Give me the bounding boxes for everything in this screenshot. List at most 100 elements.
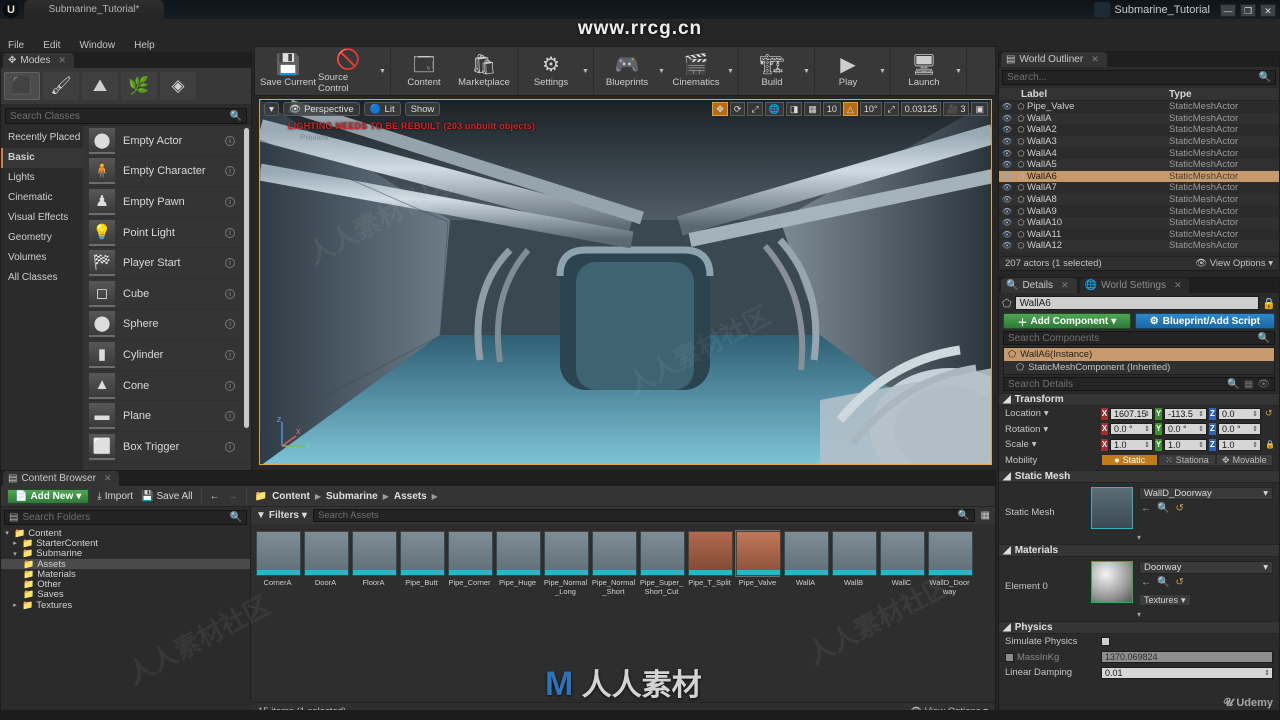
info-icon[interactable]: i [225,441,235,452]
build-button[interactable]: 🏗 Build [742,47,802,95]
chevron-down-icon[interactable]: ▾ [1032,439,1037,450]
chevron-down-icon[interactable]: ▾ [1044,408,1049,419]
scale-snap-value[interactable]: 0.03125 [900,102,942,116]
use-selected-asset-icon[interactable]: ← [1141,503,1151,514]
actor-name-input[interactable]: WallA6 [1014,296,1260,310]
table-row-selected[interactable]: 👁 ⬠ WallA6 StaticMeshActor [999,170,1279,183]
angle-snap-value[interactable]: 10° [859,102,882,116]
import-button[interactable]: ⤓ Import [97,491,133,502]
material-thumbnail[interactable] [1091,561,1133,603]
mobility-static-button[interactable]: ● Static [1101,454,1159,467]
tree-item-content[interactable]: ▾ 📁 Content [1,528,250,539]
spinner-icon[interactable]: ⇕ [1252,410,1258,418]
grid-snap-value[interactable]: 10 [822,102,841,116]
scale-tool-button[interactable]: ⤢ [747,102,763,116]
add-component-button[interactable]: ＋ Add Component ▾ [1003,313,1131,329]
simulate-physics-checkbox[interactable] [1101,637,1110,647]
table-row[interactable]: 👁 ⬠ WallA5 StaticMeshActor [999,158,1279,171]
level-viewport[interactable]: ▾ 👁 Perspective 🔵 Lit Show ✥ ⟳ ⤢ 🌐 ◨ ▦ 1… [259,99,992,465]
linear-damping-input[interactable]: 0.01 ⇕ [1101,666,1273,679]
maximize-viewport-button[interactable]: ▣ [971,102,988,116]
foliage-mode-icon[interactable]: 🌿 [121,72,157,100]
asset-tile[interactable]: DoorA [303,530,349,596]
close-icon[interactable]: ✕ [1091,54,1099,65]
list-item[interactable]: ▬ Plane i [83,401,251,432]
surface-snap-button[interactable]: ◨ [785,102,803,116]
close-button[interactable]: ✕ [1260,3,1276,17]
tab-modes[interactable]: ✥ Modes ✕ [3,53,74,68]
tree-item-materials[interactable]: 📁 Materials [1,569,250,580]
tab-world-settings[interactable]: 🌐 World Settings ✕ [1079,278,1190,293]
reset-asset-icon[interactable]: ↺ [1175,503,1183,514]
launch-caret-icon[interactable]: ▼ [954,47,963,95]
location-z-input[interactable]: 0.0 ⇕ [1218,407,1261,420]
close-icon[interactable]: ✕ [1061,280,1069,291]
eye-icon[interactable]: 👁 [1257,379,1270,390]
source-control-button[interactable]: 🚫 Source Control [318,47,378,95]
viewport-options-button[interactable]: ▾ [264,102,279,116]
asset-tile[interactable]: Pipe_Butt [399,530,445,596]
info-icon[interactable]: i [225,196,235,207]
lock-icon[interactable]: 🔒 [1262,297,1276,310]
tree-item-other[interactable]: 📁 Other [1,579,250,590]
close-icon[interactable]: ✕ [1174,280,1182,291]
info-icon[interactable]: i [225,411,235,422]
spinner-icon[interactable]: ⇕ [1198,425,1204,433]
list-item[interactable]: 💡 Point Light i [83,218,251,249]
menu-edit[interactable]: Edit [35,39,68,53]
list-item[interactable]: ⬤ Empty Actor i [83,126,251,157]
info-icon[interactable]: i [225,288,235,299]
table-row[interactable]: 👁 ⬠ WallA8 StaticMeshActor [999,193,1279,206]
tree-item-assets[interactable]: 📁 Assets [1,559,250,570]
filters-button[interactable]: ▼ Filters ▾ [256,510,307,521]
mobility-movable-button[interactable]: ✥ Movable [1215,454,1273,467]
add-new-button[interactable]: 📄 Add New ▾ [7,488,90,504]
search-details-input[interactable]: Search Details 🔍 ▦ 👁 [1003,377,1275,391]
tree-item-startercontent[interactable]: ▸ 📁 StarterContent [1,538,250,549]
browse-to-asset-icon[interactable]: 🔍 [1157,503,1169,514]
scale-y-input[interactable]: 1.0 ⇕ [1164,438,1207,451]
spinner-icon[interactable]: ⇕ [1198,410,1204,418]
camera-mode-button[interactable]: 👁 Perspective [283,102,360,116]
content-button[interactable]: 🗔 Content [394,47,454,95]
landscape-mode-icon[interactable]: ⛰ [82,72,118,100]
materials-expand-icon[interactable]: ▾ [999,610,1279,619]
spinner-icon[interactable]: ⇕ [1252,441,1258,449]
translate-tool-button[interactable]: ✥ [712,102,728,116]
asset-tile[interactable]: WallC [879,530,925,596]
static-mesh-select[interactable]: WallD_Doorway ▾ [1139,487,1273,500]
category-cinematic[interactable]: Cinematic [1,188,83,208]
static-mesh-thumbnail[interactable] [1091,487,1133,529]
visibility-eye-icon[interactable]: 👁 [999,183,1015,192]
grid-snap-toggle[interactable]: ▦ [804,102,821,116]
asset-tile[interactable]: Pipe_Huge [495,530,541,596]
category-visual-effects[interactable]: Visual Effects [1,208,83,228]
breadcrumb-content[interactable]: Content [272,491,310,502]
info-icon[interactable]: i [225,319,235,330]
rotation-y-input[interactable]: 0.0 ° ⇕ [1164,423,1207,436]
table-row[interactable]: 👁 ⬠ WallA4 StaticMeshActor [999,147,1279,159]
blueprints-caret-icon[interactable]: ▼ [657,47,666,95]
spinner-icon[interactable]: ⇕ [1198,441,1204,449]
camera-speed-button[interactable]: 🎥 3 [943,102,970,116]
asset-tile[interactable]: CornerA [255,530,301,596]
grid-view-icon[interactable]: ▦ [1244,379,1253,390]
marketplace-button[interactable]: 🛍 Marketplace [454,47,514,95]
outliner-view-options-button[interactable]: 👁 View Options ▾ [1195,258,1273,269]
info-icon[interactable]: i [225,166,235,177]
browse-to-asset-icon[interactable]: 🔍 [1157,577,1169,588]
settings-caret-icon[interactable]: ▼ [581,47,590,95]
list-item[interactable]: 🏁 Player Start i [83,248,251,279]
list-item[interactable]: ◻ Cube i [83,279,251,310]
visibility-eye-icon[interactable]: 👁 [999,207,1015,216]
spinner-icon[interactable]: ⇕ [1144,410,1150,418]
table-row[interactable]: 👁 ⬠ WallA10 StaticMeshActor [999,216,1279,229]
chevron-down-icon[interactable]: ▾ [1043,424,1048,435]
twisty-icon[interactable]: ▾ [3,529,11,537]
info-icon[interactable]: i [225,349,235,360]
minimize-button[interactable]: — [1220,3,1236,17]
visibility-eye-icon[interactable]: 👁 [999,218,1015,227]
visibility-eye-icon[interactable]: 👁 [999,149,1015,158]
visibility-eye-icon[interactable]: 👁 [999,137,1015,146]
asset-tile[interactable]: Pipe_Normal_Short [591,530,637,596]
